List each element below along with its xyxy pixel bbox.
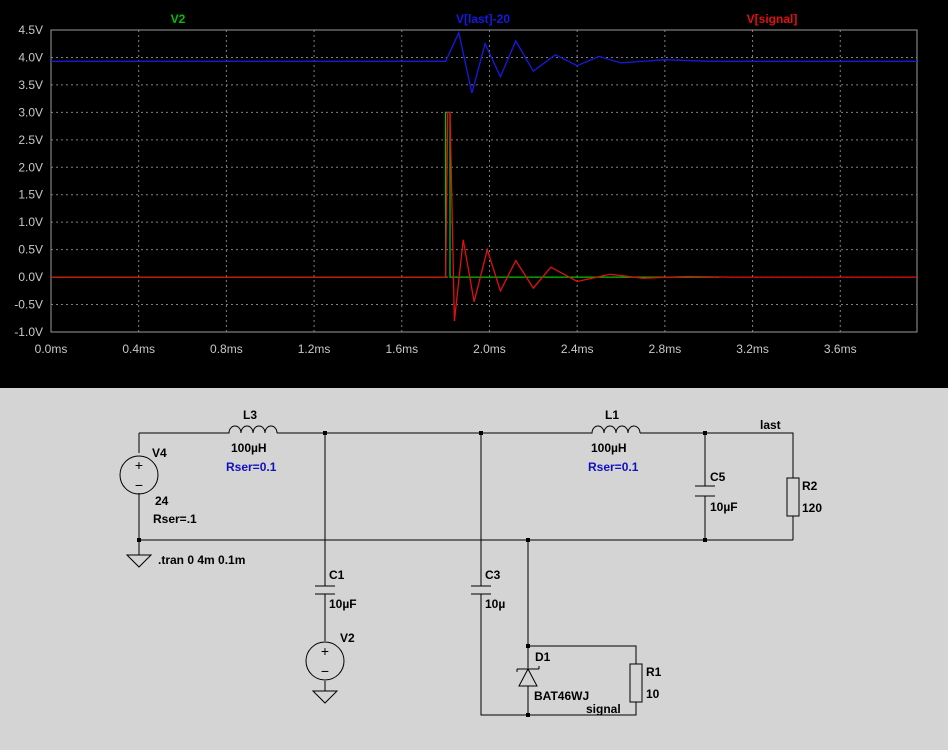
capacitor-c5[interactable]	[695, 485, 715, 497]
c5-name[interactable]: C5	[710, 470, 726, 484]
inductor-l3[interactable]	[225, 425, 278, 434]
d1-name[interactable]: D1	[535, 650, 551, 664]
minus-icon: −	[135, 477, 143, 493]
y-tick-label: -0.5V	[14, 298, 43, 312]
d1-value[interactable]: BAT46WJ	[534, 689, 589, 703]
l3-name[interactable]: L3	[243, 408, 257, 422]
net-label-last[interactable]: last	[760, 418, 781, 432]
y-tick-label: -1.0V	[14, 325, 43, 339]
plus-icon: +	[321, 643, 329, 659]
plot-grid	[50, 29, 917, 333]
net-label-signal[interactable]: signal	[586, 702, 621, 716]
capacitor-c1[interactable]	[315, 585, 335, 595]
v4-param[interactable]: Rser=.1	[153, 512, 197, 526]
y-tick-label: 4.0V	[18, 50, 43, 64]
y-tick-label: 1.0V	[18, 215, 43, 229]
c3-value[interactable]: 10µ	[485, 597, 505, 611]
v4-value[interactable]: 24	[155, 494, 169, 508]
wires	[138, 432, 794, 716]
capacitor-c3[interactable]	[471, 585, 491, 595]
schematic-canvas[interactable]: + − V4 24 Rser=.1 .tran 0 4m 0.1m L3 100…	[0, 388, 948, 745]
ground-icon[interactable]	[125, 554, 153, 568]
y-axis-ticks: 4.5V 4.0V 3.5V 3.0V 2.5V 2.0V 1.5V 1.0V 0.5V 0.0V…	[14, 23, 43, 339]
l3-value[interactable]: 100µH	[231, 441, 267, 455]
y-tick-label: 0.0V	[18, 270, 43, 284]
minus-icon: −	[321, 663, 329, 679]
tran-directive[interactable]: .tran 0 4m 0.1m	[158, 553, 245, 567]
v4-name[interactable]: V4	[152, 446, 167, 460]
y-tick-label: 4.5V	[18, 23, 43, 37]
plus-icon: +	[135, 457, 143, 473]
plot-frame	[50, 29, 918, 333]
plot-series	[51, 30, 917, 322]
l1-name[interactable]: L1	[605, 408, 619, 422]
x-tick-label: 2.8ms	[649, 342, 682, 356]
l1-value[interactable]: 100µH	[591, 441, 627, 455]
x-axis-ticks: 0.0ms 0.4ms 0.8ms 1.2ms 1.6ms 2.0ms 2.4ms 2.8ms…	[35, 342, 857, 356]
y-tick-label: 2.5V	[18, 133, 43, 147]
v2-name[interactable]: V2	[340, 631, 355, 645]
x-tick-label: 3.6ms	[824, 342, 857, 356]
schematic-editor[interactable]: + − V4 24 Rser=.1 .tran 0 4m 0.1m L3 100…	[0, 388, 948, 745]
r1-value[interactable]: 10	[646, 687, 660, 701]
x-tick-label: 0.8ms	[210, 342, 243, 356]
c5-value[interactable]: 10µF	[710, 500, 738, 514]
series-v-signal-[interactable]	[51, 111, 917, 322]
x-tick-label: 3.2ms	[736, 342, 769, 356]
l3-param[interactable]: Rser=0.1	[226, 460, 277, 474]
y-tick-label: 3.0V	[18, 105, 43, 119]
r2-value[interactable]: 120	[802, 501, 822, 515]
c1-name[interactable]: C1	[329, 568, 345, 582]
r2-name[interactable]: R2	[802, 479, 818, 493]
x-tick-label: 1.2ms	[298, 342, 331, 356]
y-tick-label: 3.5V	[18, 78, 43, 92]
resistor-r2[interactable]	[786, 477, 800, 517]
trace-label-v2[interactable]: V2	[171, 12, 186, 26]
x-tick-label: 1.6ms	[385, 342, 418, 356]
x-tick-label: 2.0ms	[473, 342, 506, 356]
r1-name[interactable]: R1	[646, 665, 662, 679]
x-tick-label: 0.4ms	[122, 342, 155, 356]
trace-label-vsignal[interactable]: V[signal]	[747, 12, 798, 26]
trace-label-vlast[interactable]: V[last]-20	[456, 12, 510, 26]
x-tick-label: 2.4ms	[561, 342, 594, 356]
y-tick-label: 0.5V	[18, 243, 43, 257]
waveform-viewer[interactable]: 4.5V 4.0V 3.5V 3.0V 2.5V 2.0V 1.5V 1.0V 0.5V 0.0V…	[0, 0, 948, 388]
inductor-l1[interactable]	[588, 425, 641, 434]
voltage-source-v4[interactable]: + −	[119, 455, 159, 495]
c3-name[interactable]: C3	[485, 568, 501, 582]
voltage-source-v2[interactable]: + −	[305, 641, 345, 681]
c1-value[interactable]: 10µF	[329, 597, 357, 611]
x-tick-label: 0.0ms	[35, 342, 68, 356]
y-tick-label: 1.5V	[18, 188, 43, 202]
y-tick-label: 2.0V	[18, 160, 43, 174]
ground-icon[interactable]	[311, 690, 339, 704]
waveform-plot[interactable]: 4.5V 4.0V 3.5V 3.0V 2.5V 2.0V 1.5V 1.0V 0.5V 0.0V…	[0, 0, 948, 388]
l1-param[interactable]: Rser=0.1	[588, 460, 639, 474]
diode-d1[interactable]	[516, 666, 540, 687]
series-v-last-20[interactable]	[51, 30, 917, 94]
resistor-r1[interactable]	[629, 663, 643, 703]
